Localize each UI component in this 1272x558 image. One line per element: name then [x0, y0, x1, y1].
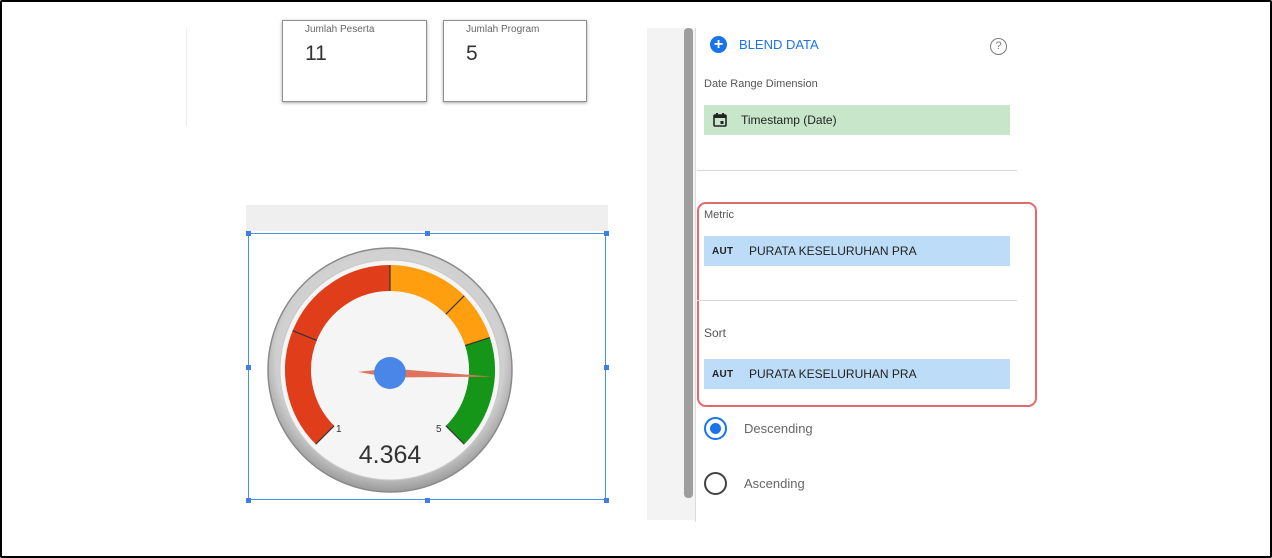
blend-data-button[interactable]: + BLEND DATA	[710, 36, 819, 53]
help-circle-icon[interactable]: ?	[990, 38, 1007, 55]
radio-button[interactable]	[704, 472, 727, 495]
chart-header-bar	[246, 205, 608, 231]
panel-border	[695, 28, 696, 522]
resize-handle-ne[interactable]	[604, 231, 609, 236]
aggregation-tag: AUT	[712, 245, 734, 257]
add-circle-icon: +	[710, 36, 727, 53]
resize-handle-nw[interactable]	[246, 231, 251, 236]
metric-name: PURATA KESELURUHAN PRA	[749, 244, 917, 258]
radio-label: Ascending	[744, 476, 805, 491]
gauge-chart[interactable]: 1 5 4.364	[260, 245, 520, 495]
resize-handle-s[interactable]	[425, 498, 430, 503]
date-dimension-chip[interactable]: Timestamp (Date)	[704, 105, 1010, 135]
radio-ascending[interactable]: Ascending	[704, 472, 805, 495]
canvas-edge	[186, 28, 187, 126]
resize-handle-n[interactable]	[425, 231, 430, 236]
scorecard-peserta[interactable]: Jumlah Peserta 11	[282, 20, 427, 102]
screenshot-frame	[0, 0, 1272, 558]
radio-descending[interactable]: Descending	[704, 417, 813, 440]
resize-handle-w[interactable]	[246, 365, 251, 370]
date-dimension-text: Timestamp (Date)	[741, 113, 837, 127]
gauge-hub	[374, 357, 406, 389]
scorecard-value: 11	[305, 42, 327, 65]
radio-label: Descending	[744, 421, 813, 436]
metric-label: Metric	[704, 209, 734, 221]
resize-handle-e[interactable]	[604, 365, 609, 370]
gauge-max-label: 5	[436, 424, 442, 435]
sort-chip[interactable]: AUT PURATA KESELURUHAN PRA	[704, 359, 1010, 389]
gauge-value: 4.364	[359, 441, 422, 469]
section-divider	[697, 300, 1017, 301]
scorecard-value: 5	[466, 42, 478, 65]
blend-data-label: BLEND DATA	[739, 37, 819, 52]
calendar-icon	[713, 113, 727, 127]
sort-name: PURATA KESELURUHAN PRA	[749, 367, 917, 381]
section-divider	[697, 170, 1017, 171]
scrollbar[interactable]	[684, 28, 693, 498]
aggregation-tag: AUT	[712, 368, 734, 380]
date-range-label: Date Range Dimension	[704, 78, 818, 90]
gauge-min-label: 1	[336, 424, 342, 435]
scorecard-program[interactable]: Jumlah Program 5	[443, 20, 587, 102]
scorecard-label: Jumlah Peserta	[305, 24, 375, 35]
resize-handle-se[interactable]	[604, 498, 609, 503]
resize-handle-sw[interactable]	[246, 498, 251, 503]
metric-chip[interactable]: AUT PURATA KESELURUHAN PRA	[704, 236, 1010, 266]
sort-label: Sort	[704, 326, 727, 340]
scorecard-label: Jumlah Program	[466, 24, 540, 35]
radio-button-selected[interactable]	[704, 417, 727, 440]
